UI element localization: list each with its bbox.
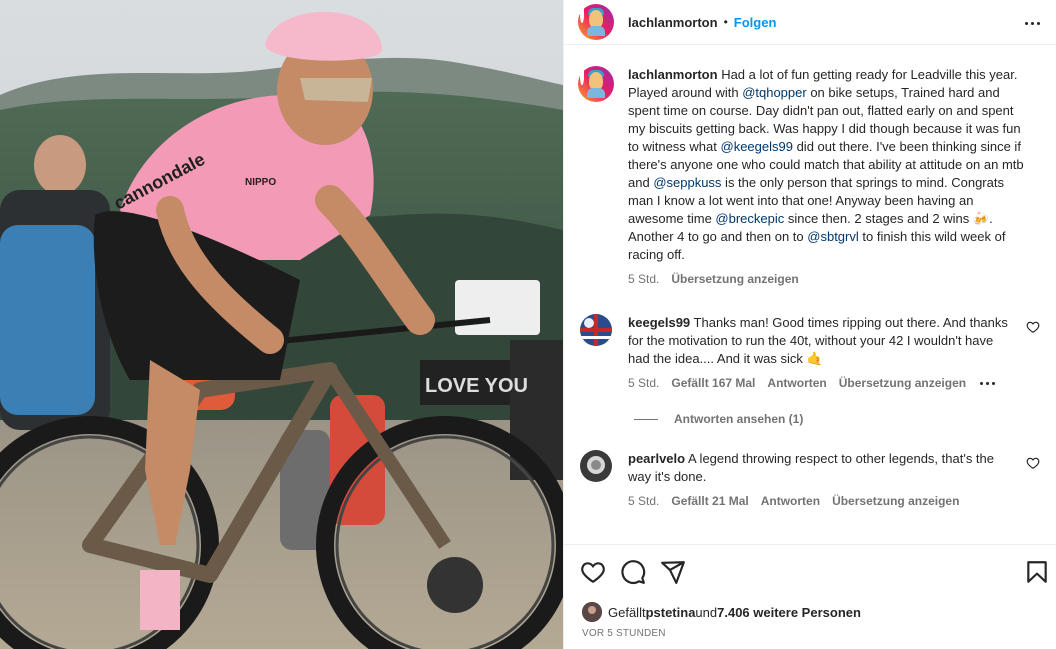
- view-replies-label: Antworten ansehen (1): [674, 412, 804, 426]
- commenter-username[interactable]: keegels99: [628, 315, 690, 330]
- liker-username[interactable]: pstetina: [646, 605, 696, 620]
- comment-meta: 5 Std. Gefällt 21 Mal Antworten Übersetz…: [628, 494, 1018, 508]
- caption-text: lachlanmorton Had a lot of fun getting r…: [628, 66, 1032, 264]
- comment-meta: 5 Std. Gefällt 167 Mal Antworten Überset…: [628, 376, 1018, 390]
- comment-item: keegels99 Thanks man! Good times ripping…: [578, 314, 1048, 390]
- comments-section[interactable]: lachlanmorton Had a lot of fun getting r…: [564, 46, 1056, 543]
- likes-summary: Gefällt pstetina und 7.406 weitere Perso…: [582, 602, 861, 622]
- comment-time[interactable]: 5 Std.: [628, 494, 659, 508]
- reply-button[interactable]: Antworten: [767, 376, 826, 390]
- share-icon[interactable]: [660, 559, 686, 585]
- commenter-avatar[interactable]: [580, 450, 612, 482]
- comment-translate-button[interactable]: Übersetzung anzeigen: [839, 376, 966, 390]
- heart-icon[interactable]: [580, 559, 606, 585]
- comment-translate-button[interactable]: Übersetzung anzeigen: [832, 494, 959, 508]
- separator-dot: •: [723, 15, 728, 29]
- liker-avatar[interactable]: [582, 602, 602, 622]
- mention-link[interactable]: @seppkuss: [653, 175, 721, 190]
- comment-icon[interactable]: [620, 559, 646, 585]
- likes-count-button[interactable]: 7.406 weitere Personen: [717, 605, 861, 620]
- post-header: lachlanmorton • Folgen: [564, 0, 1056, 45]
- comment-heart-icon[interactable]: [1026, 456, 1040, 470]
- commenter-avatar[interactable]: [580, 314, 612, 346]
- caption-translate-button[interactable]: Übersetzung anzeigen: [671, 272, 798, 286]
- comment-heart-icon[interactable]: [1026, 320, 1040, 334]
- mention-link[interactable]: @keegels99: [721, 139, 793, 154]
- caption-time[interactable]: 5 Std.: [628, 272, 659, 286]
- comment-text: keegels99 Thanks man! Good times ripping…: [628, 314, 1018, 368]
- commenter-username[interactable]: pearlvelo: [628, 451, 685, 466]
- post-panel: lachlanmorton • Folgen lachlanmorton Had…: [563, 0, 1056, 649]
- post-timestamp[interactable]: VOR 5 STUNDEN: [582, 628, 666, 639]
- author-username[interactable]: lachlanmorton: [628, 15, 718, 30]
- follow-button[interactable]: Folgen: [734, 15, 777, 30]
- likes-prefix: Gefällt: [608, 604, 646, 620]
- post-image[interactable]: LOVE YOU cannondale NIPPO: [0, 0, 563, 649]
- comment-text: pearlvelo A legend throwing respect to o…: [628, 450, 1018, 486]
- reply-button[interactable]: Antworten: [761, 494, 820, 508]
- comment-item: pearlvelo A legend throwing respect to o…: [578, 450, 1048, 508]
- view-replies-button[interactable]: Antworten ansehen (1): [634, 412, 803, 426]
- comment-time[interactable]: 5 Std.: [628, 376, 659, 390]
- comment-options-icon[interactable]: [978, 381, 996, 385]
- replies-line: [634, 418, 658, 420]
- comment-likes[interactable]: Gefällt 167 Mal: [671, 376, 755, 390]
- caption-avatar[interactable]: [578, 66, 614, 102]
- svg-text:LOVE YOU: LOVE YOU: [425, 375, 528, 397]
- comment-likes[interactable]: Gefällt 21 Mal: [671, 494, 748, 508]
- mention-link[interactable]: @tqhopper: [742, 85, 807, 100]
- svg-text:NIPPO: NIPPO: [245, 177, 276, 188]
- action-bar: Gefällt pstetina und 7.406 weitere Perso…: [564, 544, 1056, 649]
- bookmark-icon[interactable]: [1024, 559, 1050, 585]
- likes-middle: und: [695, 604, 718, 620]
- caption-username[interactable]: lachlanmorton: [628, 67, 718, 82]
- author-avatar[interactable]: [578, 4, 614, 40]
- mention-link[interactable]: @sbtgrvl: [807, 229, 859, 244]
- caption-meta: 5 Std. Übersetzung anzeigen: [628, 272, 1032, 286]
- more-options-icon[interactable]: [1021, 12, 1043, 34]
- mention-link[interactable]: @breckepic: [715, 211, 784, 226]
- post-caption: lachlanmorton Had a lot of fun getting r…: [578, 66, 1048, 286]
